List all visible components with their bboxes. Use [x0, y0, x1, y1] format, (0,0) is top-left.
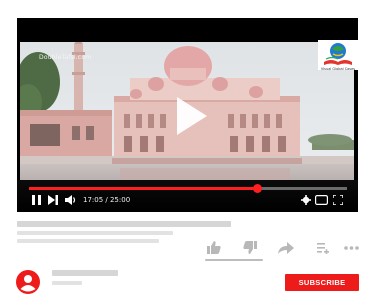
- player-top-bar: [17, 18, 358, 42]
- video-page: DoubleTafsi.com Visual Global Cases 17:0…: [0, 0, 370, 301]
- subscribe-button[interactable]: SUBSCRIBE: [285, 274, 359, 291]
- video-meta-placeholder-2: [17, 239, 159, 243]
- time-display: 17:05 / 25:00: [83, 196, 131, 204]
- globe-book-icon: [318, 40, 358, 70]
- video-title-placeholder: [17, 221, 231, 227]
- share-icon[interactable]: [278, 242, 294, 254]
- progress-handle[interactable]: [253, 184, 263, 193]
- pause-icon[interactable]: [32, 195, 41, 205]
- fullscreen-icon[interactable]: [333, 195, 343, 205]
- play-icon[interactable]: [177, 97, 207, 135]
- video-watermark: DoubleTafsi.com: [39, 54, 92, 61]
- channel-logo-caption: Visual Global Cases: [320, 67, 356, 71]
- miniplayer-icon[interactable]: [315, 195, 328, 205]
- volume-icon[interactable]: [65, 195, 76, 205]
- subscriber-count-placeholder: [52, 281, 82, 285]
- channel-avatar-icon[interactable]: [16, 270, 40, 294]
- more-options-icon[interactable]: [344, 246, 359, 250]
- add-to-playlist-icon[interactable]: [317, 243, 329, 254]
- progress-bar[interactable]: [29, 184, 347, 193]
- progress-fill: [29, 187, 258, 190]
- dislike-icon[interactable]: [243, 241, 257, 254]
- video-meta-placeholder: [17, 231, 173, 235]
- channel-logo: Visual Global Cases: [318, 40, 358, 76]
- like-ratio-bar: [205, 259, 263, 261]
- like-icon[interactable]: [207, 241, 221, 254]
- channel-name-placeholder: [52, 270, 118, 276]
- player-controls: 17:05 / 25:00: [17, 180, 358, 212]
- settings-gear-icon[interactable]: [301, 195, 311, 205]
- next-icon[interactable]: [48, 195, 58, 205]
